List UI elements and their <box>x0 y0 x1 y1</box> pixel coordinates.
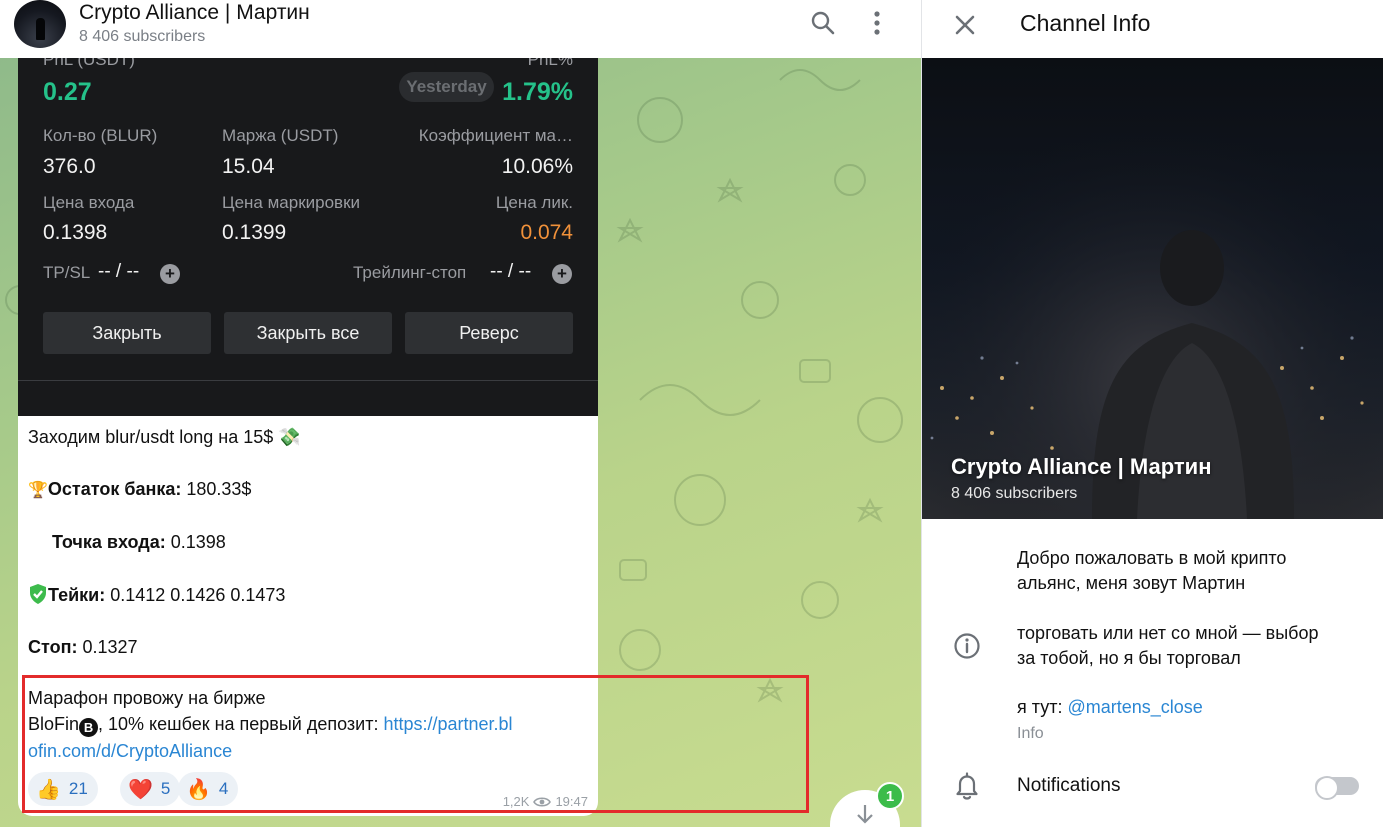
pnl-value: 0.27 <box>43 78 92 106</box>
qty-value: 376.0 <box>43 155 96 178</box>
chat-subtitle: 8 406 subscribers <box>79 28 206 45</box>
tpsl-value: -- / -- <box>98 261 140 282</box>
channel-cover-photo[interactable]: Crypto Alliance | Мартин 8 406 subscribe… <box>922 58 1383 519</box>
description-contact: я тут: @martens_close <box>1017 695 1203 720</box>
close-info-button[interactable] <box>950 10 980 40</box>
description-line-2: альянс, меня зовут Мартин <box>1017 573 1246 593</box>
takes-value: 0.1412 0.1426 0.1473 <box>105 585 286 605</box>
notifications-toggle[interactable] <box>1315 776 1359 800</box>
close-all-button: Закрыть все <box>224 312 392 354</box>
entry-point-value: 0.1398 <box>165 532 226 552</box>
takes-label: Тейки: <box>48 585 106 605</box>
stop-value: 0.1327 <box>77 637 138 657</box>
channel-avatar[interactable] <box>14 0 66 48</box>
more-menu-button[interactable] <box>862 8 892 38</box>
contact-handle-link[interactable]: @martens_close <box>1067 697 1202 717</box>
mark-price-value: 0.1399 <box>222 221 287 244</box>
search-button[interactable] <box>808 8 838 38</box>
arrow-down-icon <box>857 805 873 824</box>
entry-price-label: Цена входа <box>43 193 135 212</box>
notifications-label: Notifications <box>1017 775 1121 796</box>
message-line-entry-point: Точка входа: 0.1398 <box>52 532 226 553</box>
highlight-box <box>22 675 809 813</box>
green-shield-icon <box>30 584 46 604</box>
entry-point-label: Точка входа: <box>52 532 166 552</box>
unread-count-badge: 1 <box>876 782 904 810</box>
more-vertical-icon <box>874 11 880 35</box>
message-line-bank: 🏆Остаток банка: 180.33$ <box>28 479 251 500</box>
info-hint: Info <box>1017 725 1044 742</box>
bell-icon <box>956 772 978 800</box>
city-night-photo-icon <box>922 58 1383 519</box>
channel-info-panel: Channel Info Crypto Alliance | Мартин 8 … <box>921 0 1383 827</box>
stop-label: Стоп: <box>28 637 78 657</box>
description-line-3: торговать или нет со мной — выбор <box>1017 623 1319 643</box>
description-line-1: Добро пожаловать в мой крипто <box>1017 548 1287 568</box>
trophy-icon: 🏆 <box>28 482 48 499</box>
margin-label: Маржа (USDT) <box>222 126 339 145</box>
cover-subscribers: 8 406 subscribers <box>951 485 1078 502</box>
trade-screenshot[interactable]: PnL (USDT) PnL% 0.27 Yesterday 1.79% Кол… <box>18 50 598 416</box>
info-title: Channel Info <box>1020 10 1151 36</box>
close-icon <box>955 15 975 35</box>
qty-label: Кол-во (BLUR) <box>43 126 158 145</box>
tpsl-add-icon: + <box>160 264 180 284</box>
message-line-entry-text: Заходим blur/usdt long на 15$ <box>28 427 274 447</box>
info-circle-icon <box>954 633 980 659</box>
telegram-window: Crypto Alliance | Мартин 8 406 subscribe… <box>0 0 1383 827</box>
money-with-wings-icon: 💸 <box>278 427 301 447</box>
description-line-4: за тобой, но я бы торговал <box>1017 648 1241 668</box>
tpsl-label: TP/SL <box>43 263 91 282</box>
divider <box>18 380 598 381</box>
liq-price-label: Цена лик. <box>495 193 573 212</box>
close-position-button: Закрыть <box>43 312 211 354</box>
bank-label: Остаток банка: <box>47 479 182 499</box>
trailing-stop-label: Трейлинг-стоп <box>353 263 467 282</box>
trailing-add-icon: + <box>552 264 572 284</box>
pnl-pct-value: 1.79% <box>502 78 573 106</box>
chat-header: Crypto Alliance | Мартин 8 406 subscribe… <box>0 0 921 58</box>
message-line-entry: Заходим blur/usdt long на 15$ 💸 <box>28 427 301 448</box>
message-line-takes: Тейки: 0.1412 0.1426 0.1473 <box>28 583 285 606</box>
contact-prefix: я тут: <box>1017 697 1068 717</box>
ratio-value: 10.06% <box>501 155 573 178</box>
ratio-label: Коэффициент ма… <box>418 126 573 145</box>
trailing-stop-value: -- / -- <box>490 261 532 282</box>
mark-price-label: Цена маркировки <box>222 193 361 212</box>
liq-price-value: 0.074 <box>520 221 573 244</box>
cover-channel-name: Crypto Alliance | Мартин <box>951 454 1212 479</box>
bank-value: 180.33$ <box>181 479 252 499</box>
chat-area: Crypto Alliance | Мартин 8 406 subscribe… <box>0 0 921 827</box>
entry-price-value: 0.1398 <box>43 221 108 244</box>
chat-title[interactable]: Crypto Alliance | Мартин <box>79 1 310 25</box>
message-line-stop: Стоп: 0.1327 <box>28 637 138 658</box>
reverse-button: Реверс <box>405 312 573 354</box>
margin-value: 15.04 <box>222 155 275 178</box>
yesterday-badge: Yesterday <box>399 72 494 102</box>
search-icon <box>811 11 835 35</box>
info-header: Channel Info <box>922 0 1383 58</box>
